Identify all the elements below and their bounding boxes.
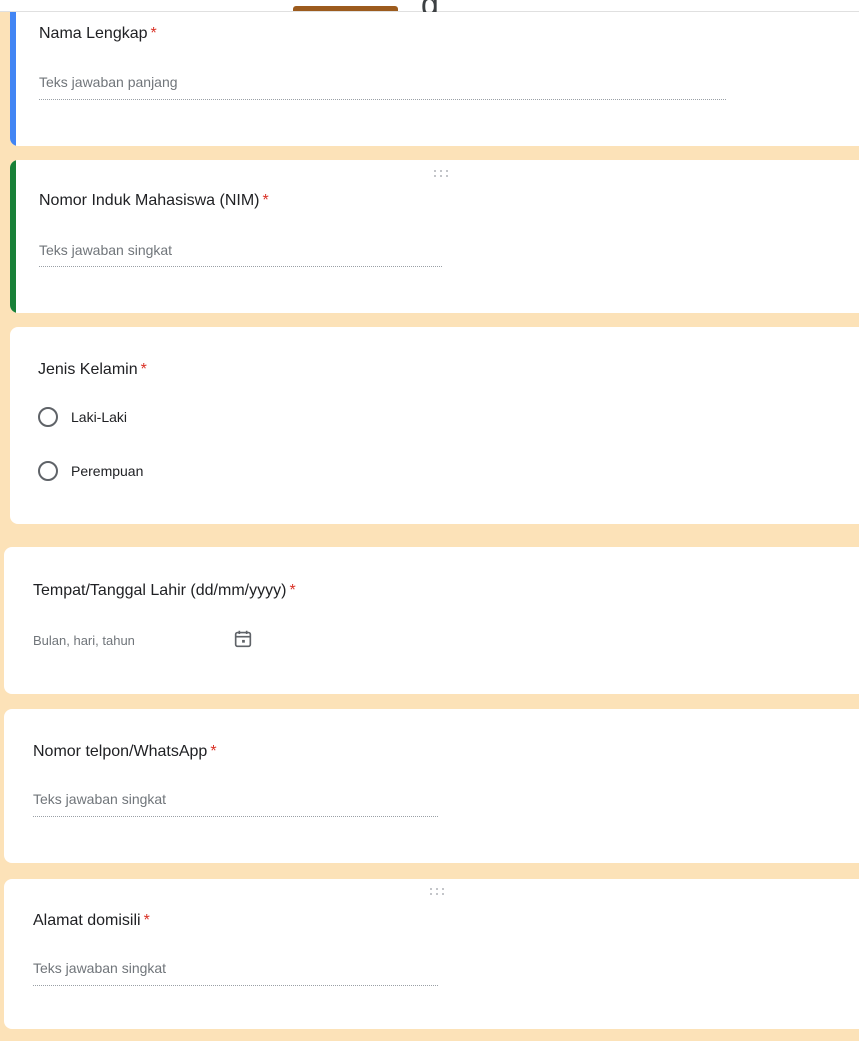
required-asterisk: * [140, 361, 147, 378]
answer-placeholder[interactable]: Teks jawaban singkat [33, 960, 166, 976]
answer-underline [33, 985, 438, 986]
calendar-icon[interactable] [232, 628, 254, 650]
question-title: Jenis Kelamin * [38, 361, 147, 378]
question-card-nama-lengkap[interactable]: Nama Lengkap * Teks jawaban panjang [10, 12, 859, 146]
question-title: Nomor Induk Mahasiswa (NIM) * [39, 192, 269, 209]
question-title: Tempat/Tanggal Lahir (dd/mm/yyyy) * [33, 582, 296, 599]
answer-placeholder[interactable]: Teks jawaban panjang [39, 74, 178, 90]
radio-option-laki-laki[interactable]: Laki-Laki [38, 407, 127, 427]
radio-option-label: Perempuan [71, 463, 144, 479]
question-title: Nama Lengkap * [39, 25, 157, 42]
question-title: Nomor telpon/WhatsApp * [33, 743, 217, 760]
question-card-jenis-kelamin[interactable]: Jenis Kelamin * Laki-Laki Perempuan [10, 327, 859, 524]
drag-handle-icon[interactable] [434, 170, 452, 178]
card-active-accent [10, 160, 16, 313]
answer-placeholder[interactable]: Teks jawaban singkat [39, 242, 172, 258]
question-card-nomor-telpon[interactable]: Nomor telpon/WhatsApp * Teks jawaban sing… [4, 709, 859, 863]
radio-button-icon[interactable] [38, 407, 58, 427]
question-title: Alamat domisili * [33, 912, 150, 929]
radio-option-label: Laki-Laki [71, 409, 128, 425]
required-asterisk: * [150, 25, 157, 42]
radio-option-perempuan[interactable]: Perempuan [38, 461, 143, 481]
answer-underline [33, 816, 438, 817]
question-card-tanggal-lahir[interactable]: Tempat/Tanggal Lahir (dd/mm/yyyy) * Bulan… [4, 547, 859, 694]
answer-underline [39, 99, 726, 100]
answer-underline [39, 266, 442, 267]
question-card-alamat-domisili[interactable]: Alamat domisili * Teks jawaban singkat [4, 879, 859, 1029]
date-input-placeholder[interactable]: Bulan, hari, tahun [33, 633, 135, 648]
drag-handle-icon[interactable] [430, 888, 448, 896]
radio-button-icon[interactable] [38, 461, 58, 481]
card-active-accent [10, 12, 16, 146]
required-asterisk: * [210, 743, 217, 760]
required-asterisk: * [289, 582, 296, 599]
required-asterisk: * [143, 912, 150, 929]
question-card-nim[interactable]: Nomor Induk Mahasiswa (NIM) * Teks jawaba… [10, 160, 859, 313]
active-tab-indicator [293, 6, 398, 11]
required-asterisk: * [262, 192, 269, 209]
answer-placeholder[interactable]: Teks jawaban singkat [33, 791, 166, 807]
